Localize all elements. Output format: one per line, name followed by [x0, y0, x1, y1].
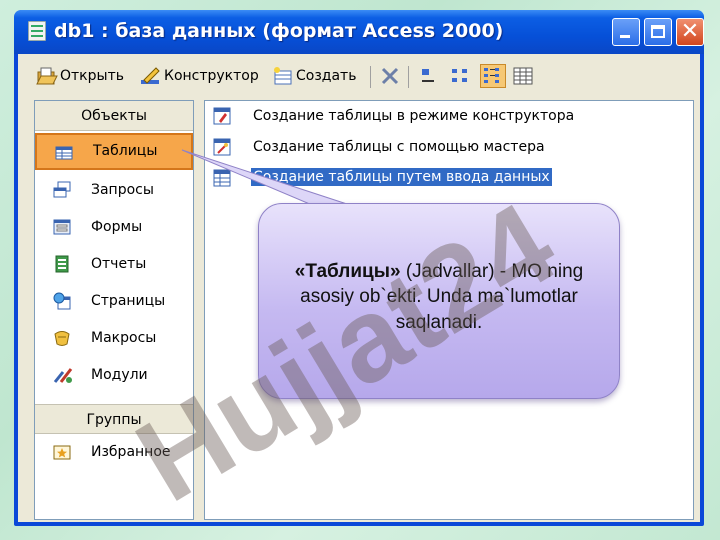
open-button[interactable]: Открыть: [60, 68, 124, 84]
details-view-icon[interactable]: [512, 66, 534, 86]
list-item[interactable]: Создание таблицы с помощью мастера: [205, 132, 693, 163]
sidebar-item-tables[interactable]: Таблицы: [35, 133, 193, 170]
info-callout: «Таблицы» (Jadvallar) - MO ning asosiy o…: [258, 203, 620, 399]
sidebar-item-label: Модули: [91, 367, 148, 383]
callout-text: «Таблицы» (Jadvallar) - MO ning asosiy o…: [279, 259, 599, 336]
sidebar-item-modules[interactable]: Модули: [35, 357, 193, 394]
page-icon: [53, 292, 71, 310]
minimize-icon: [620, 35, 630, 38]
sidebar-item-label: Страницы: [91, 293, 166, 309]
objects-header[interactable]: Объекты: [35, 101, 193, 131]
sidebar-item-macros[interactable]: Макросы: [35, 320, 193, 357]
sidebar-item-label: Таблицы: [93, 143, 158, 159]
sidebar-item-label: Формы: [91, 219, 143, 235]
form-icon: [53, 218, 71, 236]
title-bar[interactable]: db1 : база данных (формат Access 2000) ✕: [14, 10, 704, 54]
create-button[interactable]: Создать: [296, 68, 356, 84]
table-icon: [55, 144, 73, 162]
design-icon: [140, 66, 162, 86]
sidebar-item-label: Запросы: [91, 182, 154, 198]
toolbar-separator: [370, 66, 371, 88]
database-icon: [28, 21, 46, 41]
sidebar-item-forms[interactable]: Формы: [35, 209, 193, 246]
list-item[interactable]: Создание таблицы в режиме конструктора: [205, 101, 693, 132]
maximize-button[interactable]: [644, 18, 672, 46]
sidebar-item-pages[interactable]: Страницы: [35, 283, 193, 320]
window-title: db1 : база данных (формат Access 2000): [54, 20, 504, 42]
open-icon: [36, 66, 58, 86]
wizard-table-icon: [213, 138, 231, 156]
toolbar: Открыть Конструктор Создать: [18, 54, 700, 98]
delete-icon[interactable]: [380, 66, 400, 86]
favorites-icon: [53, 443, 71, 461]
module-icon: [53, 366, 75, 384]
datasheet-table-icon: [213, 169, 231, 187]
toolbar-separator: [408, 66, 409, 88]
sidebar-item-queries[interactable]: Запросы: [35, 172, 193, 209]
list-item[interactable]: Создание таблицы путем ввода данных: [205, 163, 693, 194]
macro-icon: [53, 329, 71, 347]
report-icon: [53, 255, 71, 273]
sidebar-item-favorites[interactable]: Избранное: [35, 434, 193, 471]
close-button[interactable]: ✕: [676, 18, 704, 46]
sidebar-item-label: Макросы: [91, 330, 157, 346]
maximize-icon: [651, 25, 665, 38]
create-icon: [272, 66, 294, 86]
list-item-label: Создание таблицы с помощью мастера: [253, 139, 545, 155]
groups-header[interactable]: Группы: [35, 404, 193, 434]
minimize-button[interactable]: [612, 18, 640, 46]
design-table-icon: [213, 107, 231, 125]
small-icons-icon[interactable]: [450, 66, 470, 86]
large-icons-icon[interactable]: [418, 66, 438, 86]
list-item-label: Создание таблицы в режиме конструктора: [253, 108, 575, 124]
sidebar-item-label: Избранное: [91, 444, 171, 460]
callout-term: «Таблицы»: [294, 260, 401, 282]
list-view-icon[interactable]: [480, 64, 506, 88]
objects-panel: Объекты Таблицы Запросы Формы Отчеты Стр…: [34, 100, 194, 520]
list-item-label: Создание таблицы путем ввода данных: [251, 168, 552, 186]
query-icon: [53, 181, 71, 199]
sidebar-item-label: Отчеты: [91, 256, 147, 272]
design-button[interactable]: Конструктор: [164, 68, 259, 84]
sidebar-item-reports[interactable]: Отчеты: [35, 246, 193, 283]
close-icon: ✕: [680, 19, 700, 44]
